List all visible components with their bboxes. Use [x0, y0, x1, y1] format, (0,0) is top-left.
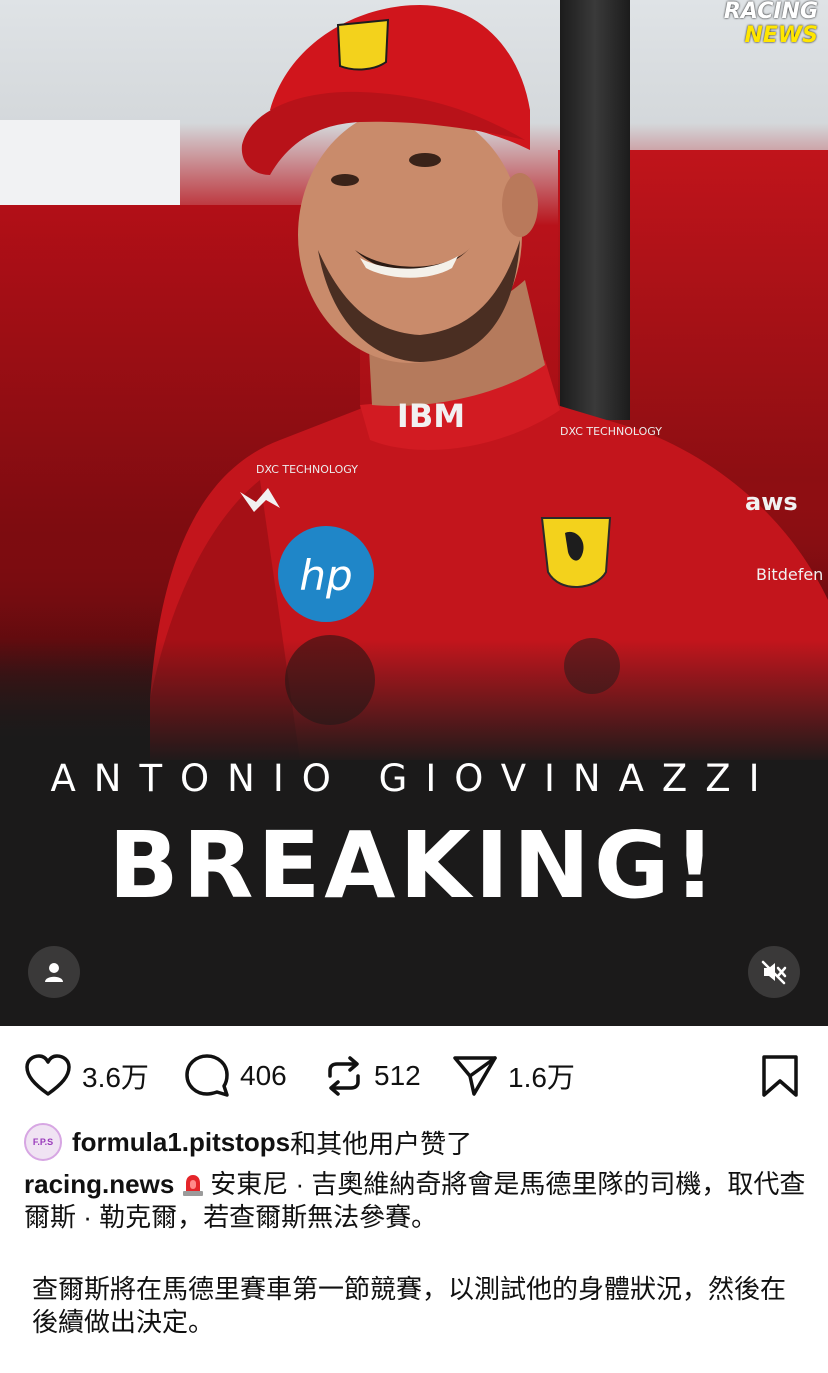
- comment-bubble-icon: [185, 1054, 229, 1097]
- logo-line-2: NEWS: [744, 23, 818, 48]
- logo-line-1: RACING: [723, 0, 818, 24]
- svg-text:IBM: IBM: [397, 397, 465, 435]
- racing-news-logo: RACING NEWS: [724, 0, 818, 48]
- avatar-text: F.P.S: [32, 1137, 54, 1147]
- share-button[interactable]: 1.6万: [452, 1048, 575, 1104]
- liked-by-username[interactable]: formula1.pitstops: [72, 1127, 290, 1158]
- post-media[interactable]: IBM DXC TECHNOLOGY DXC TECHNOLOGY hp aws…: [0, 0, 828, 1026]
- repost-count: 512: [374, 1060, 421, 1091]
- share-count: 1.6万: [508, 1062, 575, 1093]
- send-icon: [453, 1056, 497, 1096]
- post-headline: BREAKING!: [108, 812, 720, 919]
- post-caption: racing.news 安東尼 · 吉奧維納奇將會是馬德里隊的司機，取代查爾斯 ·…: [24, 1168, 809, 1339]
- speaker-muted-icon: [761, 960, 787, 985]
- bookmark-button[interactable]: [760, 1048, 800, 1104]
- tagged-users-button[interactable]: [28, 946, 80, 998]
- svg-text:DXC TECHNOLOGY: DXC TECHNOLOGY: [560, 425, 662, 438]
- svg-text:DXC TECHNOLOGY: DXC TECHNOLOGY: [256, 463, 358, 476]
- liked-by-row[interactable]: F.P.S formula1.pitstops 和其他用户赞了: [24, 1122, 472, 1162]
- siren-icon: [183, 1175, 204, 1196]
- like-count: 3.6万: [82, 1062, 149, 1093]
- repost-icon: [328, 1056, 360, 1096]
- post-subtitle: ANTONIO GIOVINAZZI: [50, 757, 778, 800]
- comment-button[interactable]: 406: [184, 1048, 287, 1104]
- user-icon: [45, 963, 63, 982]
- bookmark-icon: [762, 1055, 798, 1097]
- svg-text:Bitdefen: Bitdefen: [756, 565, 823, 584]
- like-button[interactable]: 3.6万: [24, 1048, 149, 1104]
- post-action-bar: 3.6万 406 512 1.6万: [0, 1048, 828, 1104]
- mute-toggle-button[interactable]: [748, 946, 800, 998]
- caption-author[interactable]: racing.news: [24, 1169, 174, 1199]
- svg-text:aws: aws: [745, 488, 798, 516]
- repost-button[interactable]: 512: [324, 1048, 421, 1104]
- liked-by-suffix: 和其他用户赞了: [290, 1128, 473, 1159]
- caption-paragraph-1: racing.news 安東尼 · 吉奧維納奇將會是馬德里隊的司機，取代查爾斯 ·…: [24, 1168, 809, 1234]
- svg-text:hp: hp: [299, 551, 352, 600]
- avatar[interactable]: F.P.S: [24, 1123, 62, 1161]
- comment-count: 406: [240, 1060, 287, 1091]
- caption-paragraph-2: 查爾斯將在馬德里賽車第一節競賽，以測試他的身體狀況，然後在後續做出決定。: [32, 1274, 787, 1337]
- heart-icon: [25, 1054, 71, 1096]
